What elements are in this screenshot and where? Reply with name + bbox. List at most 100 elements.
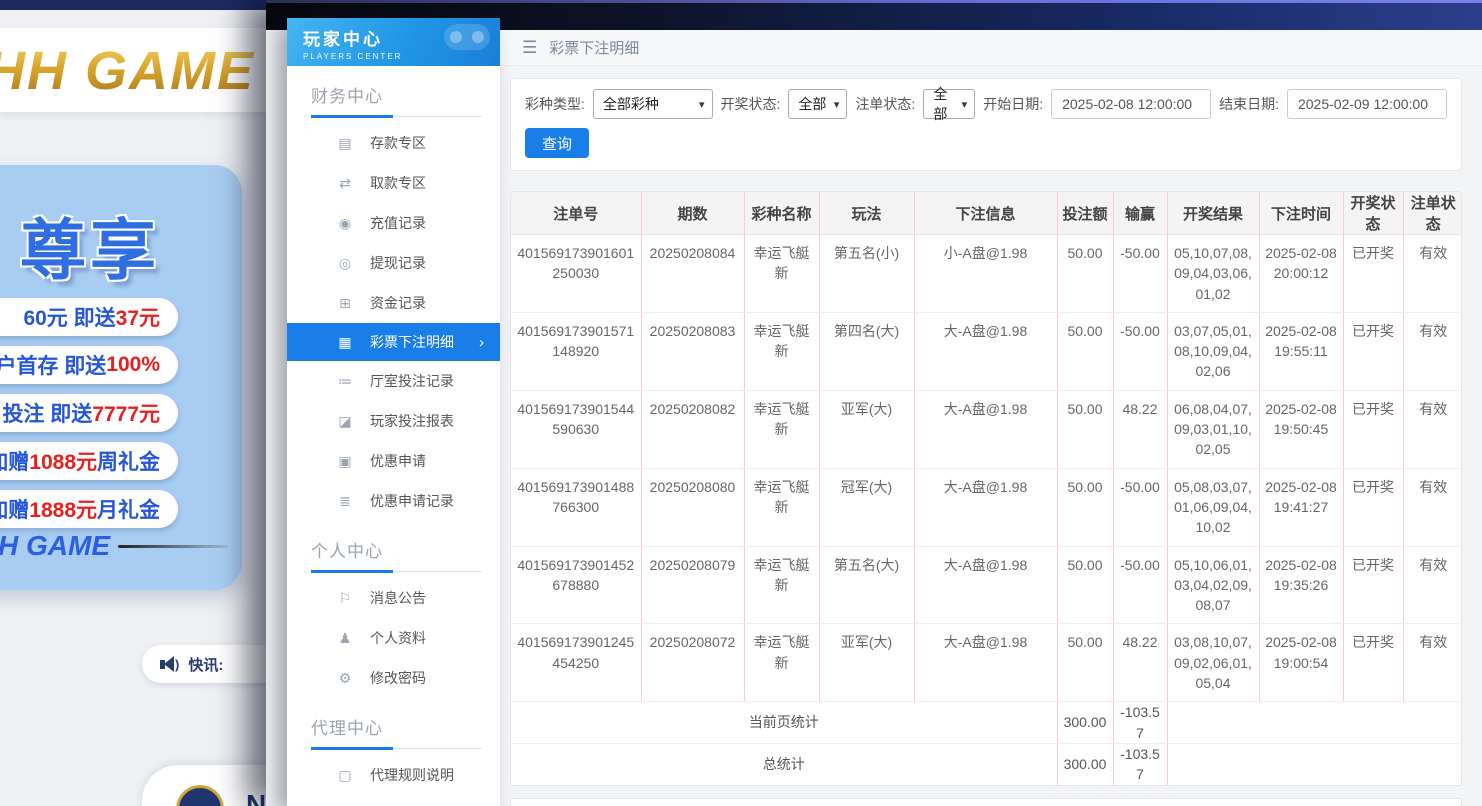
promo-pill-list: 60元 即送37元户首存 即送100% 投注 即送7777元天加赠1088元周礼金…: [0, 298, 178, 528]
sidebar: 玩家中心 PLAYERS CENTER 财务中心▤存款专区⇄取款专区◉充值记录◎…: [287, 18, 500, 806]
sidebar-item-agent-team-stats[interactable]: ▥代理团队统计: [287, 795, 500, 806]
sidebar-sections: 财务中心▤存款专区⇄取款专区◉充值记录◎提现记录⊞资金记录▦彩票下注明细›≔厅室…: [287, 66, 500, 806]
cell: 2025-02-08 19:41:27: [1259, 468, 1343, 546]
start-date-label: 开始日期:: [983, 94, 1043, 114]
speaker-icon: ): [160, 656, 179, 672]
chevron-down-icon: ▾: [962, 98, 968, 111]
cell: 大-A盘@1.98: [914, 546, 1057, 624]
sidebar-item-promo-apply-record[interactable]: ≣优惠申请记录: [287, 481, 500, 521]
cell: 05,08,03,07,01,06,09,04,10,02: [1167, 468, 1259, 546]
hamburger-icon[interactable]: ☰: [522, 38, 537, 58]
sidebar-item-label: 资金记录: [370, 293, 426, 313]
sidebar-item-label: 优惠申请记录: [370, 491, 454, 511]
promo-pill-text: 天加赠: [0, 446, 29, 476]
announcement-bell-icon: ⚐: [337, 590, 353, 607]
summary-row: 总统计300.00-103.57: [511, 743, 1462, 784]
chevron-right-icon: ›: [479, 334, 484, 351]
sidebar-item-hall-bet-record[interactable]: ≔厅室投注记录: [287, 361, 500, 401]
draw-status-select[interactable]: 全部 ▾: [788, 89, 847, 119]
sidebar-item-label: 代理规则说明: [370, 765, 454, 785]
cell: 20250208079: [641, 546, 744, 624]
table-row: 40156917390154459063020250208082幸运飞艇新亚军(…: [511, 390, 1462, 468]
hall-bet-record-icon: ≔: [337, 373, 353, 390]
cell: 有效: [1403, 546, 1462, 624]
cell: 401569173901488766300: [511, 468, 641, 546]
promo-pill[interactable]: 投注 即送7777元: [0, 394, 178, 432]
cell: 401569173901601250030: [511, 235, 641, 313]
lottery-type-select[interactable]: 全部彩种 ▾: [593, 89, 713, 119]
draw-status-label: 开奖状态:: [721, 94, 781, 114]
cell: 已开奖: [1343, 624, 1403, 702]
cell: 第四名(大): [819, 312, 914, 390]
summary-winloss: -103.57: [1113, 702, 1167, 744]
sidebar-item-withdraw-record[interactable]: ◎提现记录: [287, 243, 500, 283]
cell: 05,10,07,08,09,04,03,06,01,02: [1167, 235, 1259, 313]
draw-status-value: 全部: [798, 94, 826, 114]
chevron-down-icon: ▾: [834, 98, 840, 111]
filter-actions: 查询: [525, 128, 1447, 158]
sidebar-section: 个人中心⚐消息公告♟个人资料⚙修改密码: [287, 521, 500, 698]
sidebar-item-agent-rules[interactable]: ▢代理规则说明: [287, 755, 500, 795]
sidebar-item-withdraw[interactable]: ⇄取款专区: [287, 163, 500, 203]
sidebar-item-lottery-bet-detail[interactable]: ▦彩票下注明细›: [287, 323, 500, 361]
sidebar-section-title: 代理中心: [287, 698, 500, 747]
cell: 幸运飞艇新: [744, 624, 819, 702]
cell: 已开奖: [1343, 312, 1403, 390]
search-button[interactable]: 查询: [525, 128, 589, 158]
summary-empty: [1167, 743, 1462, 784]
cell: 50.00: [1057, 468, 1113, 546]
sidebar-item-label: 充值记录: [370, 213, 426, 233]
cell: -50.00: [1113, 235, 1167, 313]
profile-person-icon: ♟: [337, 630, 353, 647]
cell: 有效: [1403, 390, 1462, 468]
site-logo[interactable]: HH GAME: [0, 40, 255, 102]
promo-pill-text: 天加赠: [0, 494, 29, 524]
cell: 50.00: [1057, 235, 1113, 313]
password-gear-icon: ⚙: [337, 670, 353, 687]
start-date-input[interactable]: [1051, 89, 1211, 119]
order-status-select[interactable]: 全部 ▾: [923, 89, 975, 119]
sidebar-section: 代理中心 ▢代理规则说明▥代理团队统计: [287, 698, 500, 806]
cell: 第五名(小): [819, 235, 914, 313]
cell: 幸运飞艇新: [744, 312, 819, 390]
sidebar-item-change-password[interactable]: ⚙修改密码: [287, 658, 500, 698]
cell: 401569173901571148920: [511, 312, 641, 390]
cell: -50.00: [1113, 312, 1167, 390]
cell: 401569173901245454250: [511, 624, 641, 702]
summary-bet-amount: 300.00: [1057, 702, 1113, 744]
promo-pill-highlight: 1888元: [29, 494, 97, 524]
table-row: 40156917390160125003020250208084幸运飞艇新第五名…: [511, 235, 1462, 313]
cell: 48.22: [1113, 624, 1167, 702]
sidebar-item-promo-apply[interactable]: ▣优惠申请: [287, 441, 500, 481]
lottery-type-label: 彩种类型:: [525, 94, 585, 114]
player-bet-report-icon: ◪: [337, 413, 353, 430]
cell: -50.00: [1113, 546, 1167, 624]
sidebar-item-funds-record[interactable]: ⊞资金记录: [287, 283, 500, 323]
cell: 2025-02-08 19:35:26: [1259, 546, 1343, 624]
summary-label: 总统计: [511, 743, 1057, 784]
withdraw-record-icon: ◎: [337, 255, 353, 272]
sidebar-item-deposit[interactable]: ▤存款专区: [287, 123, 500, 163]
promo-pill[interactable]: 天加赠1088元周礼金: [0, 442, 178, 480]
promo-banner-card: 尊享 60元 即送37元户首存 即送100%投注 即送7777元天加赠1088元…: [0, 165, 242, 590]
main-area: ☰ 彩票下注明细 彩种类型: 全部彩种 ▾ 开奖状态: 全部 ▾: [500, 0, 1482, 806]
order-status-label: 注单状态:: [855, 94, 915, 114]
sidebar-item-player-bet-report[interactable]: ◪玩家投注报表: [287, 401, 500, 441]
column-header: 注单号: [511, 192, 641, 235]
cell: 幸运飞艇新: [744, 546, 819, 624]
promo-pill[interactable]: 天加赠1888元月礼金: [0, 490, 178, 528]
sidebar-item-recharge-record[interactable]: ◉充值记录: [287, 203, 500, 243]
section-underline: [311, 570, 482, 572]
cell: 幸运飞艇新: [744, 390, 819, 468]
column-header: 期数: [641, 192, 744, 235]
promo-pill[interactable]: 户首存 即送100%: [0, 346, 178, 384]
promo-pill[interactable]: 60元 即送37元: [0, 298, 178, 336]
content-topbar: ☰ 彩票下注明细: [500, 30, 1482, 66]
sidebar-item-profile[interactable]: ♟个人资料: [287, 618, 500, 658]
cell: 2025-02-08 20:00:12: [1259, 235, 1343, 313]
cell: 401569173901544590630: [511, 390, 641, 468]
bets-table: 注单号期数彩种名称玩法下注信息投注额输赢开奖结果下注时间开奖状态注单状态 401…: [511, 192, 1462, 785]
sidebar-header: 玩家中心 PLAYERS CENTER: [287, 18, 500, 66]
end-date-input[interactable]: [1287, 89, 1447, 119]
sidebar-item-announcements[interactable]: ⚐消息公告: [287, 578, 500, 618]
